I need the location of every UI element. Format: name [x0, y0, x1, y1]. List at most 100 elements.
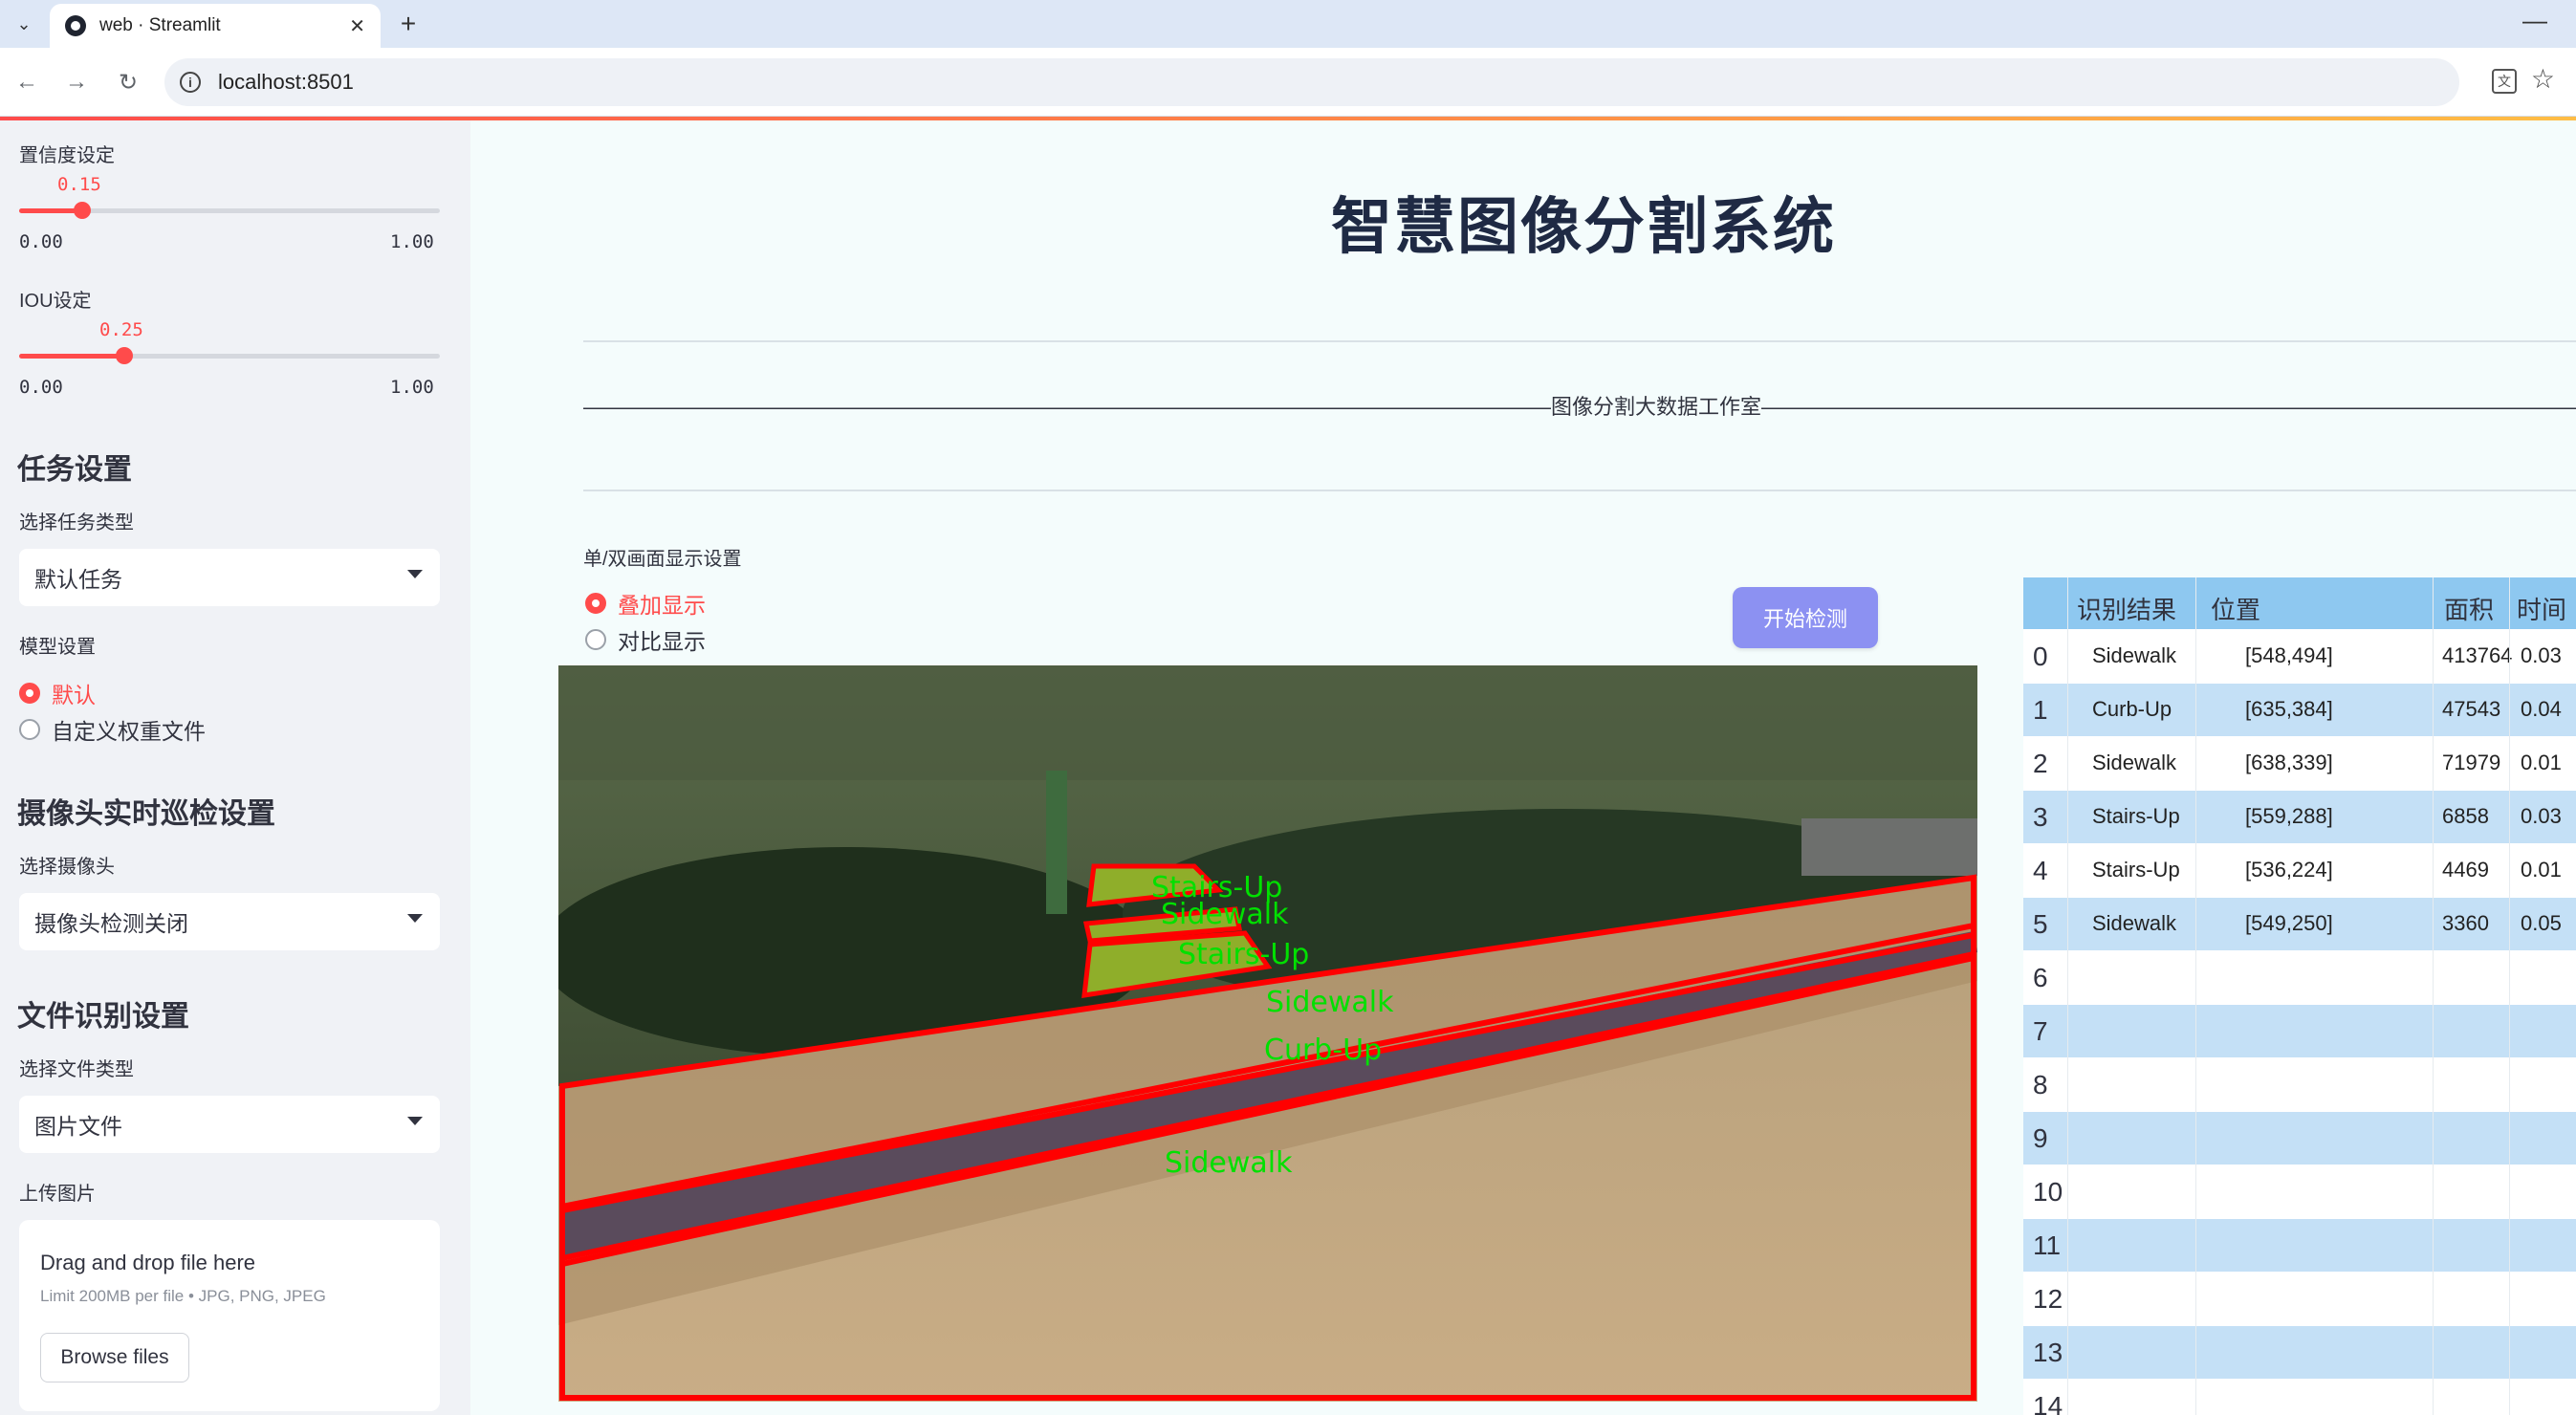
- cell-time: 0.03: [2521, 643, 2562, 667]
- minimize-icon[interactable]: —: [2522, 6, 2547, 35]
- iou-slider[interactable]: [19, 347, 440, 364]
- translate-icon[interactable]: 文: [2492, 69, 2517, 94]
- radio-unselected-icon[interactable]: [585, 629, 606, 650]
- iou-max: 1.00: [390, 377, 434, 398]
- browse-files-button[interactable]: Browse files: [40, 1333, 189, 1382]
- radio-selected-icon[interactable]: [585, 593, 606, 614]
- new-tab-icon[interactable]: +: [392, 8, 425, 40]
- table-row[interactable]: 14: [2023, 1379, 2576, 1415]
- table-row[interactable]: 8: [2023, 1057, 2576, 1111]
- cell-position: [638,339]: [2245, 751, 2333, 774]
- file-settings-heading: 文件识别设置: [17, 1001, 189, 1033]
- cell-result: Curb-Up: [2092, 697, 2172, 721]
- table-row[interactable]: 1 Curb-Up [635,384] 47543 0.04: [2023, 683, 2576, 736]
- table-row[interactable]: 2 Sidewalk [638,339] 71979 0.01: [2023, 736, 2576, 790]
- column-divider: [2067, 577, 2068, 1415]
- display-mode-label: 单/双画面显示设置: [583, 549, 742, 570]
- segmentation-canvas: Stairs-Up Sidewalk Stairs-Up Sidewalk Cu…: [558, 665, 1977, 1402]
- forward-arrow-icon[interactable]: →: [59, 65, 94, 99]
- site-info-icon[interactable]: i: [180, 72, 201, 93]
- column-header-result[interactable]: 识别结果: [2077, 591, 2176, 626]
- iou-slider-thumb[interactable]: [116, 347, 133, 364]
- cell-index: 5: [2033, 909, 2048, 939]
- cell-position: [549,250]: [2245, 911, 2333, 935]
- column-header-position[interactable]: 位置: [2211, 591, 2260, 626]
- task-settings-heading: 任务设置: [17, 454, 132, 486]
- cell-index: 1: [2033, 695, 2048, 725]
- display-radio-compare[interactable]: 对比显示: [585, 623, 706, 656]
- iou-slider-fill: [19, 354, 124, 359]
- back-arrow-icon[interactable]: ←: [10, 65, 44, 99]
- cell-time: 0.04: [2521, 697, 2562, 721]
- cell-index: 10: [2033, 1177, 2063, 1207]
- browser-window: ⌄ web · Streamlit ✕ + — ← → ↻ i localhos…: [0, 0, 2576, 1415]
- start-detection-button[interactable]: 开始检测: [1733, 587, 1878, 648]
- cell-index: 14: [2033, 1391, 2063, 1415]
- camera-select[interactable]: 摄像头检测关闭: [19, 893, 440, 950]
- url-text: localhost:8501: [218, 70, 354, 94]
- reload-icon[interactable]: ↻: [111, 65, 145, 99]
- results-table[interactable]: 识别结果 位置 面积 时间 0 Sidewalk [548,494] 413764 0.…: [2023, 577, 2576, 1415]
- cell-position: [635,384]: [2245, 697, 2333, 721]
- file-dropzone[interactable]: Drag and drop file here Limit 200MB per …: [19, 1220, 440, 1411]
- table-row[interactable]: 0 Sidewalk [548,494] 413764 0.03: [2023, 629, 2576, 683]
- tab-bar: ⌄ web · Streamlit ✕ + —: [0, 0, 2576, 48]
- cell-position: [559,288]: [2245, 804, 2333, 828]
- cell-index: 12: [2033, 1284, 2063, 1314]
- studio-subtitle: ————————————————————————————————————————…: [583, 395, 2576, 419]
- divider: [583, 490, 2576, 491]
- url-input[interactable]: i localhost:8501: [164, 58, 2459, 106]
- cell-area: 47543: [2442, 697, 2501, 721]
- cell-index: 8: [2033, 1070, 2048, 1099]
- segmentation-result-image: Stairs-Up Sidewalk Stairs-Up Sidewalk Cu…: [558, 665, 1977, 1402]
- overlay-label: Sidewalk: [1165, 1146, 1293, 1180]
- model-radio-custom[interactable]: 自定义权重文件: [19, 713, 206, 746]
- cell-result: Sidewalk: [2092, 751, 2177, 774]
- browser-tab[interactable]: web · Streamlit ✕: [50, 4, 381, 48]
- table-row[interactable]: 6: [2023, 950, 2576, 1004]
- overlay-label: Sidewalk: [1161, 898, 1289, 931]
- bookmark-star-icon[interactable]: ☆: [2531, 63, 2555, 95]
- overlay-label: Sidewalk: [1266, 986, 1394, 1019]
- confidence-min: 0.00: [19, 231, 63, 252]
- table-row[interactable]: 11: [2023, 1218, 2576, 1272]
- table-header: 识别结果 位置 面积 时间: [2023, 577, 2576, 629]
- confidence-value: 0.15: [57, 174, 101, 195]
- camera-select-value: 摄像头检测关闭: [34, 911, 188, 936]
- table-row[interactable]: 5 Sidewalk [549,250] 3360 0.05: [2023, 897, 2576, 950]
- radio-selected-icon[interactable]: [19, 683, 40, 704]
- sidebar: 置信度设定 0.15 0.00 1.00 IOU设定 0.25 0.00 1.0…: [0, 120, 470, 1415]
- table-row[interactable]: 10: [2023, 1165, 2576, 1218]
- column-divider: [2433, 577, 2434, 1415]
- file-type-select[interactable]: 图片文件: [19, 1096, 440, 1153]
- table-row[interactable]: 13: [2023, 1325, 2576, 1379]
- cell-area: 4469: [2442, 858, 2489, 882]
- cell-result: Stairs-Up: [2092, 804, 2180, 828]
- chevron-down-icon: [407, 1117, 423, 1125]
- cell-index: 0: [2033, 642, 2048, 671]
- confidence-slider-thumb[interactable]: [74, 202, 91, 219]
- tab-close-icon[interactable]: ✕: [349, 14, 365, 38]
- model-radio-default[interactable]: 默认: [19, 677, 96, 709]
- display-radio-overlay[interactable]: 叠加显示: [585, 587, 706, 620]
- confidence-label: 置信度设定: [19, 145, 115, 166]
- radio-unselected-icon[interactable]: [19, 719, 40, 740]
- table-row[interactable]: 4 Stairs-Up [536,224] 4469 0.01: [2023, 843, 2576, 897]
- iou-value: 0.25: [99, 319, 143, 340]
- column-divider: [2195, 577, 2196, 1415]
- table-row[interactable]: 7: [2023, 1004, 2576, 1057]
- tab-search-chevron-icon[interactable]: ⌄: [8, 8, 40, 40]
- column-header-area[interactable]: 面积: [2444, 591, 2494, 626]
- dropzone-limit: Limit 200MB per file • JPG, PNG, JPEG: [40, 1287, 326, 1305]
- table-row[interactable]: 9: [2023, 1111, 2576, 1165]
- column-header-time[interactable]: 时间: [2517, 591, 2566, 626]
- cell-index: 9: [2033, 1123, 2048, 1153]
- table-row[interactable]: 12: [2023, 1272, 2576, 1325]
- cell-area: 6858: [2442, 804, 2489, 828]
- tab-title: web · Streamlit: [99, 15, 221, 35]
- task-type-select[interactable]: 默认任务: [19, 549, 440, 606]
- confidence-slider[interactable]: [19, 202, 440, 219]
- canopy: [558, 665, 1977, 780]
- table-row[interactable]: 3 Stairs-Up [559,288] 6858 0.03: [2023, 790, 2576, 843]
- cell-area: 71979: [2442, 751, 2501, 774]
